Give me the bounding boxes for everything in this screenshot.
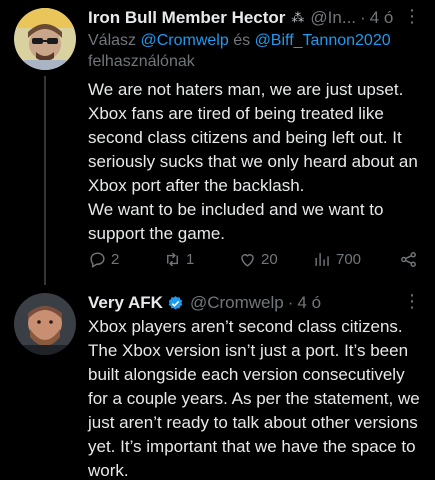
thread-line [44,76,46,285]
avatar-very-afk[interactable] [14,293,76,355]
separator-dot: · [360,8,366,27]
avatar-very-afk-image [14,293,76,355]
reply-button[interactable]: 2 [88,250,163,269]
like-button[interactable]: 20 [238,250,313,269]
tweet-actions: 2 1 20 700 [88,246,418,272]
tweet-text-line: built alongside each version consecutive… [88,365,405,384]
tweet-time[interactable]: 4 ó [297,293,321,313]
separator-dot: · [287,293,294,312]
views-count: 700 [336,250,362,268]
tweet-text-line: support the game. [88,224,226,243]
tweet-header: Iron Bull Member Hector ⁂ @In... · 4 ó [88,6,425,30]
views-button[interactable]: 700 [313,250,395,269]
tweet-text-line: Xbox fans are tired of being treated lik… [88,104,384,123]
name-emoji-icon: ⁂ [291,10,305,25]
author-name[interactable]: Very AFK [88,293,163,313]
tweet-text: We are not haters man, we are just upset… [88,78,428,246]
retweet-count: 1 [186,250,195,268]
tweet-text-line: The Xbox version isn’t just a port. It’s… [88,341,409,360]
tweet-text-line: yet. It’s important that we have the spa… [88,437,416,456]
tweet-time[interactable]: 4 ó [370,8,394,28]
tweet-text-line: just aren’t ready to talk about other ve… [88,413,418,432]
avatar-hector-image [14,8,76,70]
views-chart-icon [315,252,329,266]
tweet-text: Xbox players aren’t second class citizen… [88,315,428,480]
tweet-text-line: work. [88,461,129,480]
share-button[interactable] [399,250,418,269]
tweet-hector[interactable]: Iron Bull Member Hector ⁂ @In... · 4 ó ⋮… [0,0,435,285]
reply-prefix: Válasz [88,32,137,49]
reply-context: Válasz @Cromwelp és @Biff_Tannon2020 fel… [88,30,418,72]
tweet-text-line: Xbox players aren’t second class citizen… [88,317,403,336]
tweet-text-line: second class citizens and being left out… [88,128,402,147]
tweet-text-line: We want to be included and we want to [88,200,384,219]
tweet-very-afk[interactable]: Very AFK @Cromwelp · 4 ó ⋮ Xbox players … [0,285,435,480]
reply-mention-biff[interactable]: @Biff_Tannon2020 [255,32,391,49]
retweet-icon [167,252,178,266]
verified-badge-icon [168,295,183,310]
tweet-text-line: Xbox port after the backlash. [88,176,305,195]
tweet-header: Very AFK @Cromwelp · 4 ó [88,291,425,315]
author-handle[interactable]: @Cromwelp [190,293,284,313]
heart-icon [241,253,254,267]
reply-mention-cromwelp[interactable]: @Cromwelp [140,32,228,49]
tweet-text-line: We are not haters man, we are just upset… [88,80,404,99]
reply-and: és [233,32,251,49]
like-count: 20 [261,250,278,268]
tweet-text-line: for a couple years. As per the statement… [88,389,420,408]
tweet-text-line: seriously sucks that we only heard about… [88,152,418,171]
more-options-icon[interactable]: ⋮ [403,6,421,26]
reply-suffix: felhasználónak [88,53,195,70]
author-handle[interactable]: @In... [310,8,356,28]
retweet-button[interactable]: 1 [163,250,238,269]
share-icon [401,251,416,267]
avatar-hector[interactable] [14,8,76,70]
author-name[interactable]: Iron Bull Member Hector [88,8,285,28]
reply-count: 2 [111,250,120,268]
reply-icon [90,251,105,268]
more-options-icon[interactable]: ⋮ [403,291,421,311]
